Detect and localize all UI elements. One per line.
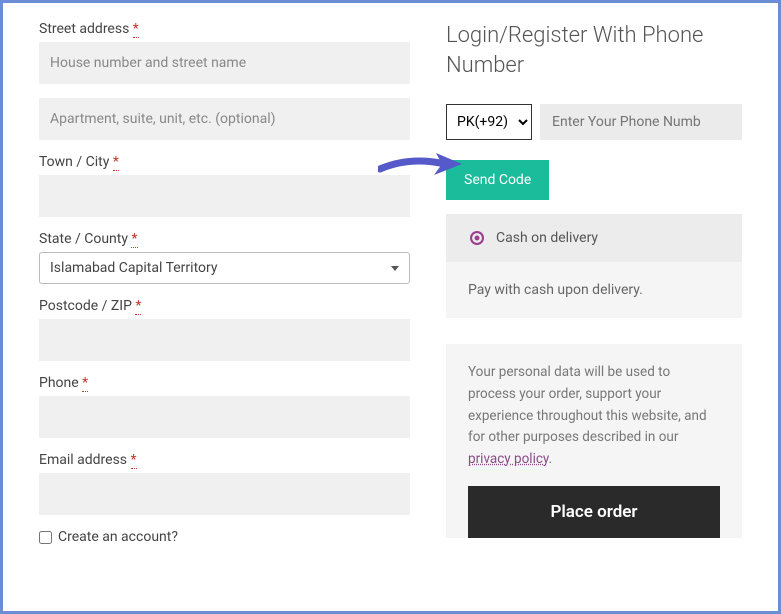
payment-option-label: Cash on delivery <box>496 230 598 246</box>
label-text: Email address <box>39 452 127 468</box>
town-city-label: Town / City * <box>39 154 410 170</box>
label-text: Street address <box>39 21 129 37</box>
login-order-panel: Login/Register With Phone Number PK(+92)… <box>446 21 742 593</box>
label-text: Town / City <box>39 154 109 170</box>
postcode-group: Postcode / ZIP * <box>39 298 410 361</box>
town-city-group: Town / City * <box>39 154 410 217</box>
chevron-down-icon <box>391 266 399 271</box>
privacy-text-after: . <box>549 451 553 467</box>
payment-option-cod[interactable]: Cash on delivery <box>446 214 742 262</box>
required-mark: * <box>82 375 88 392</box>
street-address-input[interactable] <box>39 42 410 84</box>
country-code-select[interactable]: PK(+92) <box>446 104 532 140</box>
apartment-input[interactable] <box>39 98 410 140</box>
postcode-label: Postcode / ZIP * <box>39 298 410 314</box>
login-heading: Login/Register With Phone Number <box>446 21 742 80</box>
create-account-label: Create an account? <box>58 529 178 545</box>
label-text: Phone <box>39 375 79 391</box>
billing-form: Street address * Town / City * State / C… <box>39 21 410 593</box>
phone-group: Phone * <box>39 375 410 438</box>
payment-description: Pay with cash upon delivery. <box>446 262 742 318</box>
privacy-order-box: Your personal data will be used to proce… <box>446 344 742 538</box>
street-address-label: Street address * <box>39 21 410 37</box>
required-mark: * <box>133 21 139 38</box>
login-phone-input[interactable] <box>540 104 742 140</box>
label-text: State / County <box>39 231 128 247</box>
send-code-button[interactable]: Send Code <box>446 160 549 200</box>
radio-selected-icon <box>470 231 484 245</box>
create-account-checkbox[interactable] <box>39 531 52 544</box>
town-city-input[interactable] <box>39 175 410 217</box>
phone-login-row: PK(+92) <box>446 104 742 140</box>
place-order-button[interactable]: Place order <box>468 486 720 538</box>
phone-input[interactable] <box>39 396 410 438</box>
state-value: Islamabad Capital Territory <box>50 260 218 276</box>
email-group: Email address * <box>39 452 410 515</box>
postcode-input[interactable] <box>39 319 410 361</box>
email-input[interactable] <box>39 473 410 515</box>
privacy-text-before: Your personal data will be used to proce… <box>468 364 707 445</box>
street-address-group: Street address * <box>39 21 410 140</box>
required-mark: * <box>135 298 141 315</box>
state-county-select[interactable]: Islamabad Capital Territory <box>39 252 410 284</box>
privacy-policy-link[interactable]: privacy policy <box>468 451 549 467</box>
required-mark: * <box>113 154 119 171</box>
privacy-text: Your personal data will be used to proce… <box>468 362 720 470</box>
email-label: Email address * <box>39 452 410 468</box>
phone-label: Phone * <box>39 375 410 391</box>
required-mark: * <box>131 452 137 469</box>
state-county-group: State / County * Islamabad Capital Terri… <box>39 231 410 284</box>
required-mark: * <box>131 231 137 248</box>
label-text: Postcode / ZIP <box>39 298 132 314</box>
state-county-label: State / County * <box>39 231 410 247</box>
payment-methods: Cash on delivery Pay with cash upon deli… <box>446 214 742 318</box>
create-account-row[interactable]: Create an account? <box>39 529 410 545</box>
